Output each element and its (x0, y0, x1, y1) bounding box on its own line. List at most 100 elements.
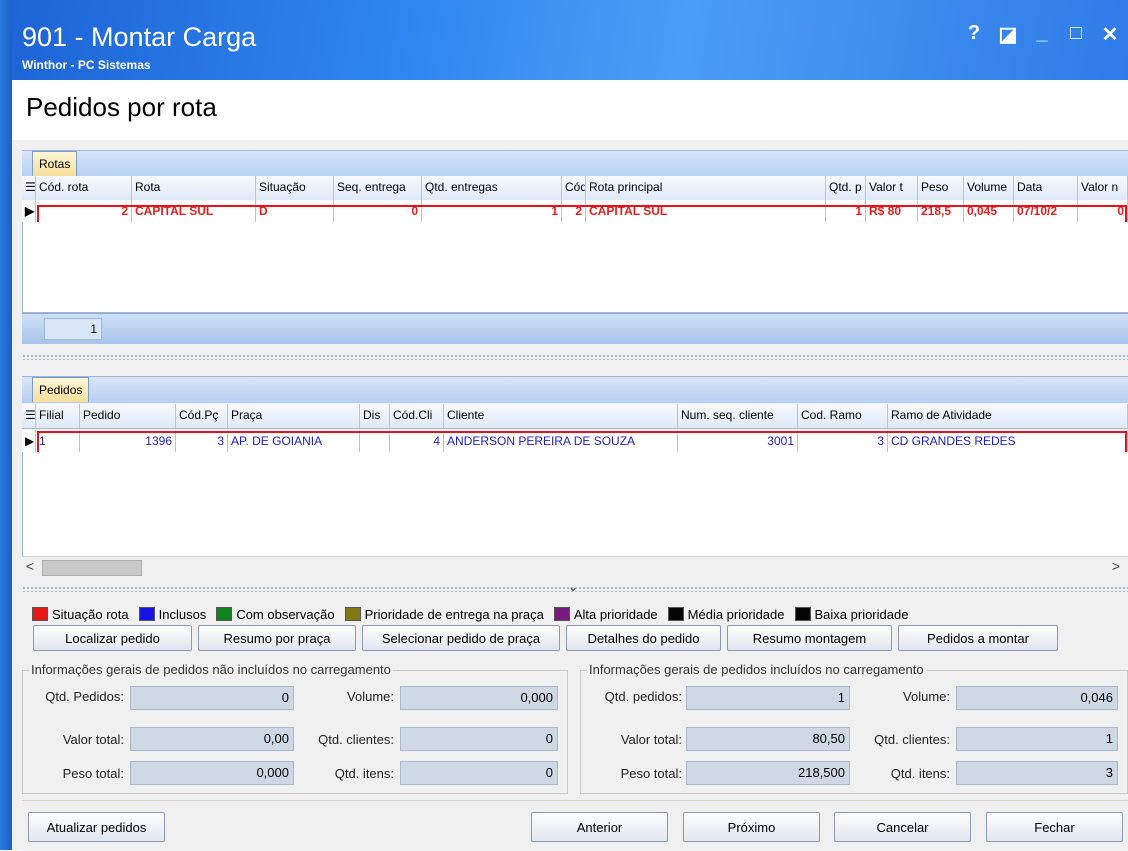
window-controls: ? ◪ _ □ ✕ (964, 22, 1120, 47)
field-volume: 0,000 (400, 686, 558, 710)
scroll-left-icon[interactable]: < (22, 558, 38, 574)
col-valor-n[interactable]: Valor n (1078, 176, 1128, 200)
localizar-pedido-button[interactable]: Localizar pedido (33, 625, 192, 651)
detalhes-pedido-button[interactable]: Detalhes do pedido (566, 625, 721, 651)
proximo-button[interactable]: Próximo (683, 812, 820, 842)
help-icon[interactable]: ? (964, 22, 984, 47)
field-qtd-itens-incl: 3 (956, 761, 1118, 785)
cell-valor-n[interactable]: 0 (1078, 200, 1128, 222)
column-chooser-icon[interactable]: ☰ (22, 404, 36, 428)
window-border (0, 0, 12, 850)
col-valor-t[interactable]: Valor t (866, 176, 918, 200)
window-subtitle: Winthor - PC Sistemas (22, 58, 151, 72)
legend-swatch-prioridade-praca (344, 607, 361, 621)
cancelar-button[interactable]: Cancelar (834, 812, 971, 842)
cell-num-seq-cliente[interactable]: 3001 (678, 430, 798, 452)
legend-swatch-baixa (794, 607, 811, 621)
label-volume-incl: Volume: (903, 689, 950, 704)
label-peso-total-incl: Peso total: (620, 766, 682, 781)
cell-qtd-p[interactable]: 1 (826, 200, 866, 222)
rotas-grid-body (22, 222, 1128, 313)
col-rota-principal[interactable]: Rota principal (586, 176, 826, 200)
table-row[interactable]: ▶ 2 CAPITAL SUL D 0 1 2 CAPITAL SUL 1 R$… (22, 200, 1128, 222)
col-ramo-atividade[interactable]: Ramo de Atividade (888, 404, 1128, 428)
col-cod-pc[interactable]: Cód.Pç (176, 404, 228, 428)
legend-swatch-media (667, 607, 684, 621)
col-qtd-p[interactable]: Qtd. p (826, 176, 866, 200)
cell-cod[interactable]: 2 (562, 200, 586, 222)
cell-rota-principal[interactable]: CAPITAL SUL (586, 200, 826, 222)
minimize-icon[interactable]: _ (1032, 22, 1052, 47)
app-window: 901 - Montar Carga Winthor - PC Sistemas… (0, 0, 1128, 851)
col-pedido[interactable]: Pedido (80, 404, 176, 428)
field-qtd-pedidos: 0 (130, 686, 294, 710)
cell-cliente[interactable]: ANDERSON PEREIRA DE SOUZA (444, 430, 678, 452)
cell-pedido[interactable]: 1396 (80, 430, 176, 452)
cell-ramo-atividade[interactable]: CD GRANDES REDES (888, 430, 1128, 452)
col-situacao[interactable]: Situação (256, 176, 334, 200)
table-row[interactable]: ▶ 1 1396 3 AP. DE GOIANIA 4 ANDERSON PER… (22, 430, 1128, 452)
column-chooser-icon[interactable]: ☰ (22, 176, 36, 200)
col-cod-ramo[interactable]: Cod. Ramo (798, 404, 888, 428)
legend-item: Prioridade de entrega na praça (344, 607, 544, 622)
col-qtd-entregas[interactable]: Qtd. entregas (422, 176, 562, 200)
field-peso-total-incl: 218,500 (686, 761, 850, 785)
cell-valor-t[interactable]: R$ 80 (866, 200, 918, 222)
pedidos-montar-button[interactable]: Pedidos a montar (898, 625, 1058, 651)
pedidos-grid-body (22, 452, 1128, 557)
col-cod-rota[interactable]: Cód. rota (36, 176, 132, 200)
page-header: Pedidos por rota (12, 80, 1128, 140)
group-title: Informações gerais de pedidos não incluí… (29, 662, 393, 677)
splitter[interactable] (22, 354, 1128, 360)
resumo-praca-button[interactable]: Resumo por praça (198, 625, 356, 651)
cell-qtd-entregas[interactable]: 1 (422, 200, 562, 222)
label-qtd-itens: Qtd. itens: (334, 766, 394, 781)
cell-cod-cli[interactable]: 4 (390, 430, 444, 452)
col-cliente[interactable]: Cliente (444, 404, 678, 428)
close-icon[interactable]: ✕ (1100, 22, 1120, 47)
col-num-seq-cliente[interactable]: Num. seq. cliente (678, 404, 798, 428)
horizontal-scrollbar[interactable]: < > (22, 556, 1128, 577)
field-qtd-itens: 0 (400, 761, 558, 785)
col-seq-entrega[interactable]: Seq. entrega (334, 176, 422, 200)
field-peso-total: 0,000 (130, 761, 294, 785)
col-dis[interactable]: Dis (360, 404, 390, 428)
tab-rotas[interactable]: Rotas (32, 151, 78, 176)
col-rota[interactable]: Rota (132, 176, 256, 200)
col-volume[interactable]: Volume (964, 176, 1014, 200)
anterior-button[interactable]: Anterior (531, 812, 668, 842)
cell-volume[interactable]: 0,045 (964, 200, 1014, 222)
color-legend: Situação rota Inclusos Com observação Pr… (32, 604, 918, 624)
restore-icon[interactable]: ◪ (998, 22, 1018, 47)
cell-seq-entrega[interactable]: 0 (334, 200, 422, 222)
cell-rota[interactable]: CAPITAL SUL (132, 200, 256, 222)
cell-praca[interactable]: AP. DE GOIANIA (228, 430, 360, 452)
cell-cod-ramo[interactable]: 3 (798, 430, 888, 452)
col-praca[interactable]: Praça (228, 404, 360, 428)
cell-cod-pc[interactable]: 3 (176, 430, 228, 452)
resumo-montagem-button[interactable]: Resumo montagem (727, 625, 892, 651)
cell-cod-rota[interactable]: 2 (36, 200, 132, 222)
label-volume: Volume: (347, 689, 394, 704)
tab-pedidos[interactable]: Pedidos (32, 377, 90, 402)
selecionar-pedido-praca-button[interactable]: Selecionar pedido de praça (362, 625, 560, 651)
title-bar[interactable]: 901 - Montar Carga Winthor - PC Sistemas… (12, 0, 1128, 80)
splitter-chevron-icon[interactable]: ⌄ (568, 580, 578, 594)
col-filial[interactable]: Filial (36, 404, 80, 428)
col-peso[interactable]: Peso (918, 176, 964, 200)
cell-dis[interactable] (360, 430, 390, 452)
cell-situacao[interactable]: D (256, 200, 334, 222)
fechar-button[interactable]: Fechar (986, 812, 1123, 842)
cell-filial[interactable]: 1 (36, 430, 80, 452)
col-cod[interactable]: Cód (562, 176, 586, 200)
scroll-thumb[interactable] (42, 560, 142, 576)
col-data[interactable]: Data (1014, 176, 1078, 200)
atualizar-pedidos-button[interactable]: Atualizar pedidos (28, 812, 165, 842)
maximize-icon[interactable]: □ (1066, 22, 1086, 47)
col-cod-cli[interactable]: Cód.Cli (390, 404, 444, 428)
scroll-right-icon[interactable]: > (1108, 558, 1124, 574)
rotas-tabstrip (22, 150, 1128, 177)
pedidos-grid-header: ☰ Filial Pedido Cód.Pç Praça Dis Cód.Cli… (22, 404, 1128, 429)
cell-peso[interactable]: 218,5 (918, 200, 964, 222)
cell-data[interactable]: 07/10/2 (1014, 200, 1078, 222)
